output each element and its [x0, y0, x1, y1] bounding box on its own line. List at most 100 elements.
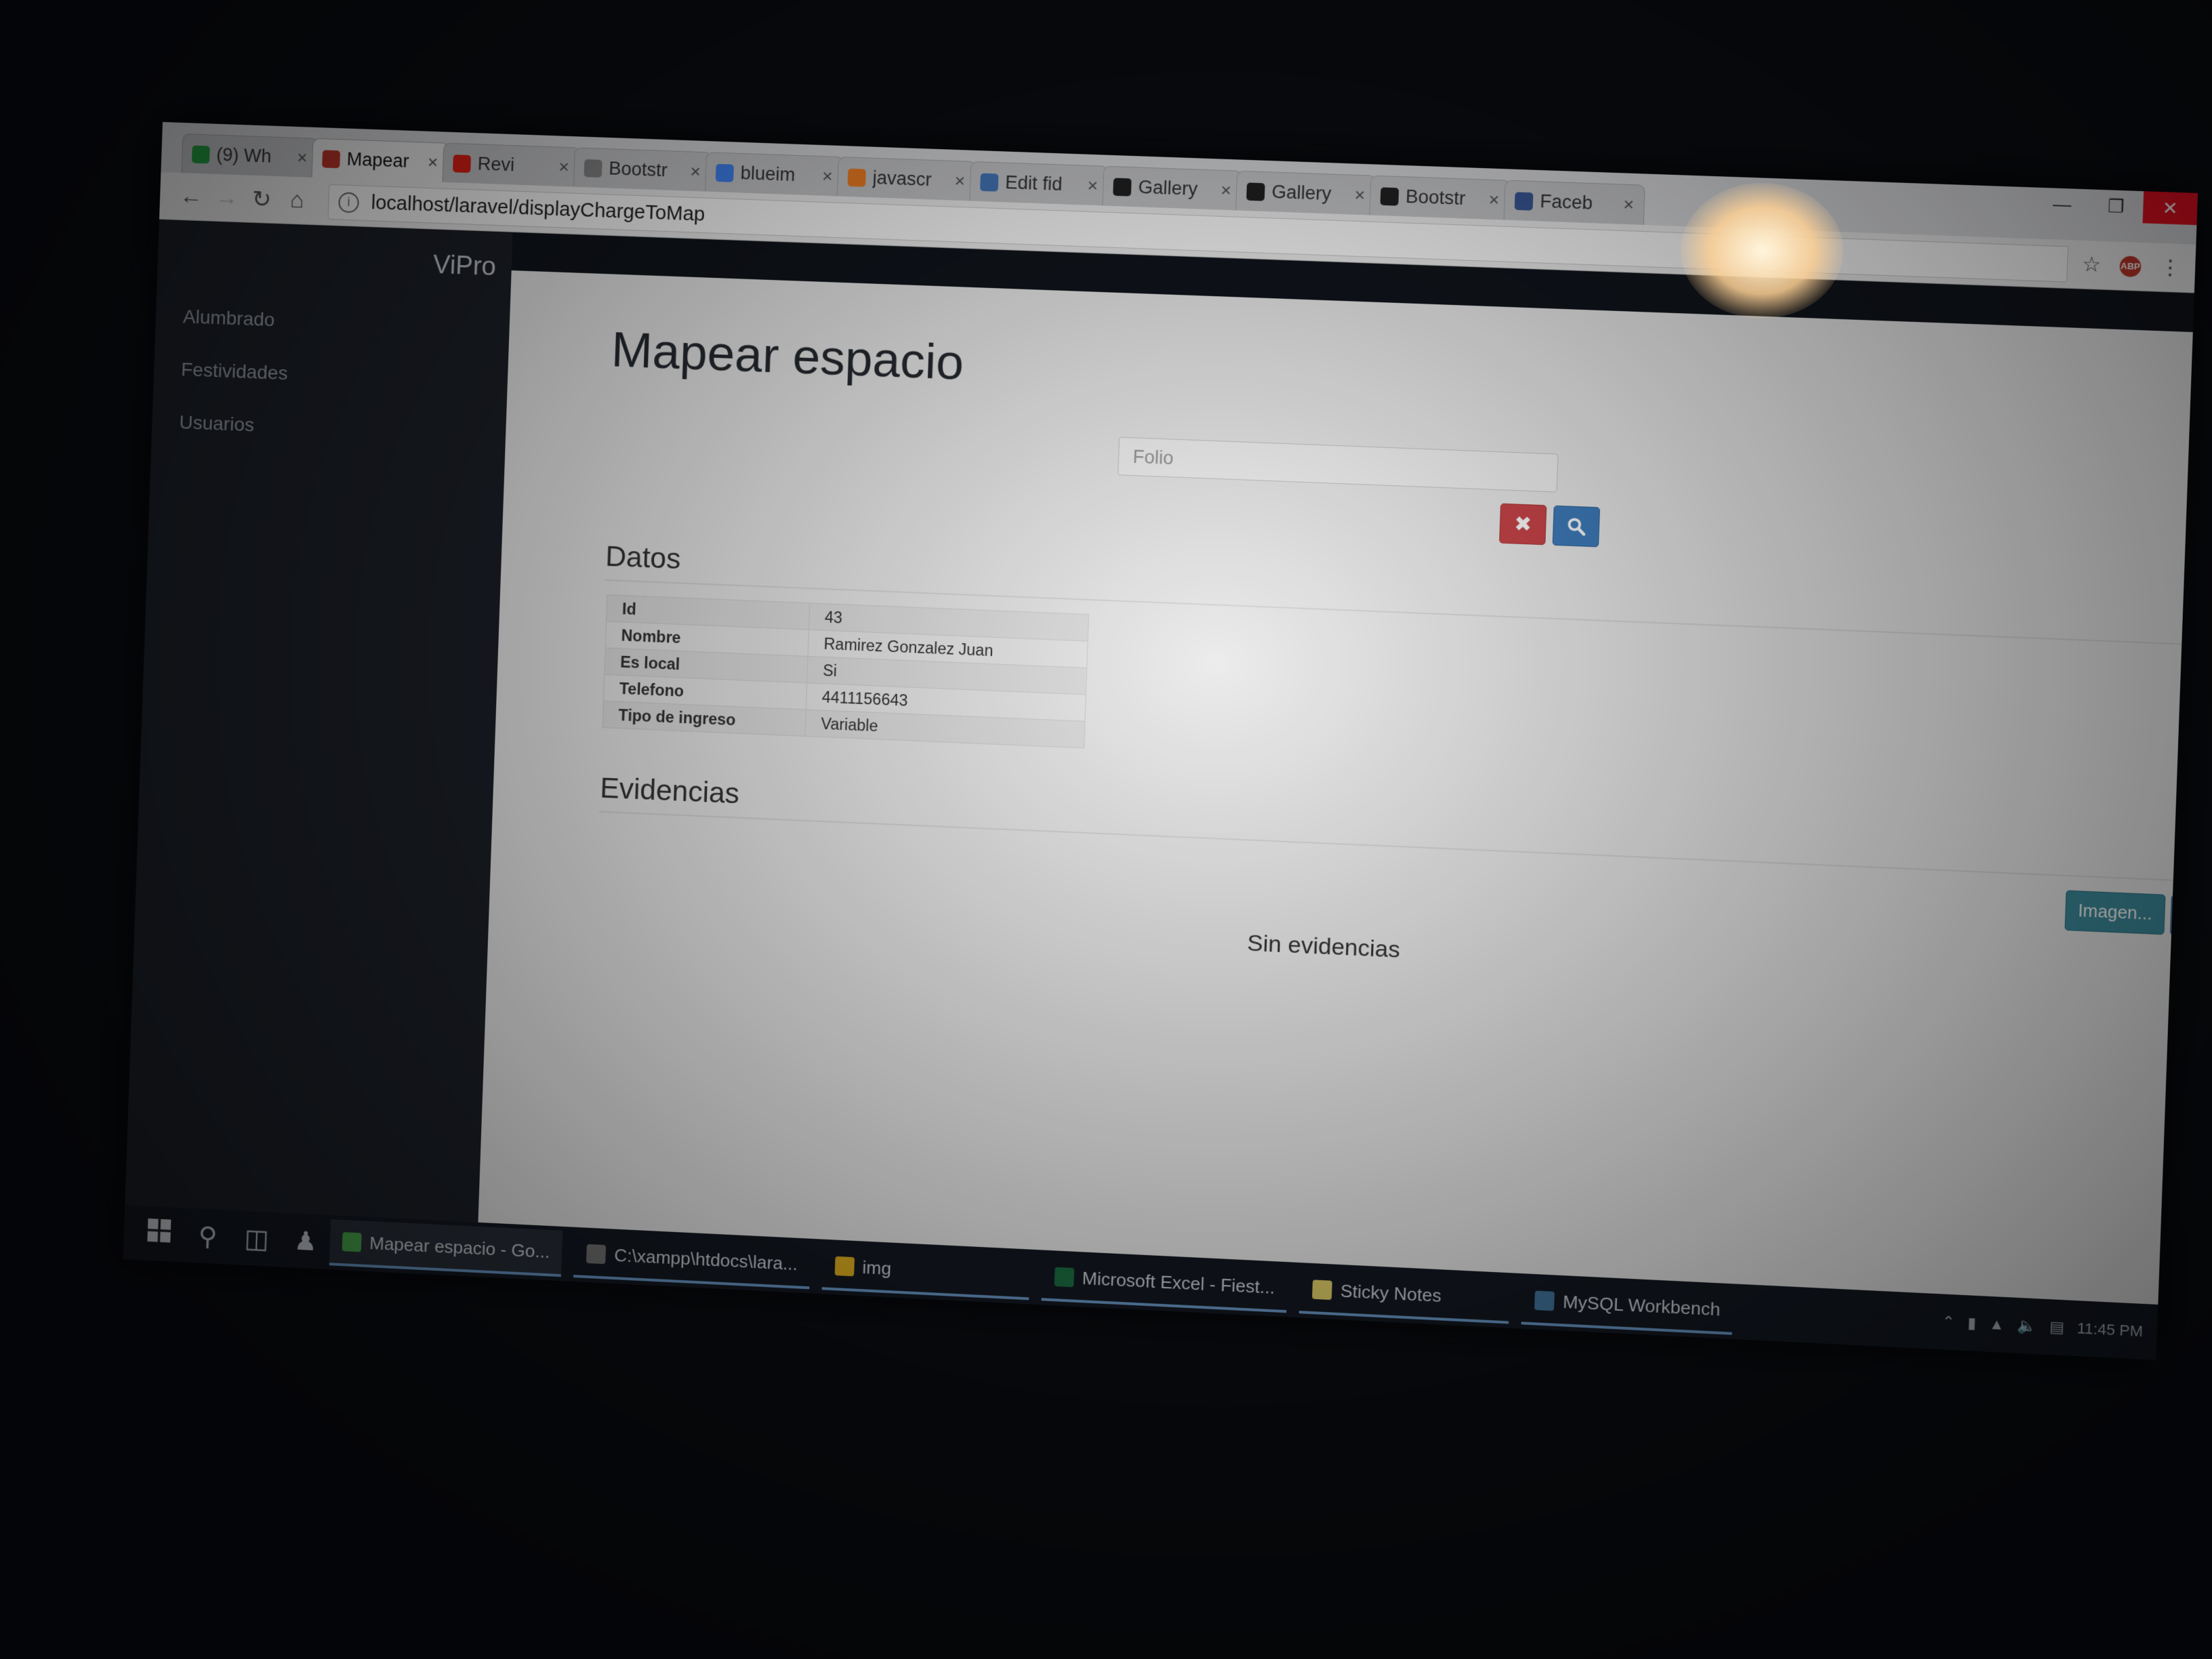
back-icon[interactable]: ←: [173, 183, 209, 211]
taskbar-app[interactable]: C:\xampp\htdocs\lara...: [573, 1231, 811, 1290]
jsfiddle-icon: [980, 173, 999, 192]
xampp-icon: [322, 149, 341, 168]
browser-tab[interactable]: Mapear ×: [311, 138, 449, 183]
excel-icon: [1054, 1267, 1075, 1288]
browser-tab[interactable]: Gallery ×: [1235, 170, 1376, 216]
clear-button[interactable]: ✖: [1499, 503, 1547, 546]
terminal-icon: [586, 1244, 607, 1265]
evidencias-heading: Evidencias: [599, 771, 740, 810]
browser-tab[interactable]: Bootstr ×: [573, 147, 712, 192]
tab-close-icon[interactable]: ×: [1221, 180, 1232, 201]
network-icon[interactable]: ▲: [1988, 1315, 2005, 1334]
browser-tab[interactable]: Gallery ×: [1102, 165, 1243, 211]
whatsapp-icon: [191, 145, 210, 163]
tab-title: Gallery: [1138, 176, 1198, 200]
tab-close-icon[interactable]: ×: [1354, 184, 1366, 206]
main-content: Mapear espacio ✖ Datos Id43NombreRamirez…: [478, 270, 2198, 1305]
bookmark-star-icon[interactable]: ☆: [2082, 252, 2102, 277]
menu-kebab-icon[interactable]: ⋮: [2159, 255, 2182, 280]
tab-title: Mapear: [346, 148, 410, 171]
browser-tab[interactable]: blueim ×: [704, 152, 844, 197]
browser-tab[interactable]: Edit fid ×: [969, 161, 1109, 206]
page-icon: [583, 159, 602, 178]
datos-table: Id 43 Nombre Ramirez Gonzalez Juan Es local S…: [602, 594, 1089, 748]
volume-icon[interactable]: 🔈: [2017, 1317, 2037, 1336]
add-evidence-button[interactable]: ✚: [2169, 895, 2198, 937]
window-controls: — ❐ ✕: [2034, 188, 2198, 226]
datos-heading: Datos: [605, 539, 682, 575]
taskbar-app-label: img: [862, 1256, 892, 1279]
browser-tab[interactable]: javascr ×: [836, 156, 977, 201]
github-icon: [1380, 186, 1399, 206]
sidebar-item-festividades[interactable]: Festividades: [181, 359, 288, 384]
tab-close-icon[interactable]: ×: [690, 161, 701, 182]
close-window-icon[interactable]: ✕: [2142, 191, 2198, 226]
imagen-file-button[interactable]: Imagen...: [2064, 890, 2166, 935]
maximize-icon[interactable]: ❐: [2089, 189, 2144, 223]
youtube-icon: [453, 154, 472, 173]
tab-close-icon[interactable]: ×: [822, 165, 833, 187]
tab-title: Bootstr: [1405, 186, 1466, 209]
tab-title: Gallery: [1271, 181, 1332, 205]
tab-close-icon[interactable]: ×: [297, 147, 308, 169]
taskbar-app-label: MySQL Workbench: [1562, 1290, 1721, 1319]
mysql-icon: [1534, 1290, 1555, 1311]
browser-tab[interactable]: Bootstr ×: [1369, 175, 1511, 220]
taskbar-app-label: C:\xampp\htdocs\lara...: [613, 1244, 798, 1274]
taskbar-app[interactable]: Microsoft Excel - Fiest...: [1041, 1254, 1288, 1313]
folio-search-input[interactable]: [1118, 436, 1559, 493]
reload-icon[interactable]: ↻: [243, 185, 279, 213]
chrome-icon: [342, 1232, 362, 1252]
tab-close-icon[interactable]: ×: [1623, 194, 1635, 216]
search-icon[interactable]: ⚲: [183, 1220, 233, 1253]
taskbar-app[interactable]: Sticky Notes: [1298, 1267, 1511, 1324]
sidebar-item-usuarios[interactable]: Usuarios: [179, 411, 255, 436]
tab-title: (9) Wh: [216, 144, 272, 167]
forward-icon[interactable]: →: [208, 184, 244, 212]
taskbar-app[interactable]: MySQL Workbench: [1521, 1277, 1734, 1335]
brand-logo[interactable]: ViPro: [432, 251, 496, 283]
tab-title: Faceb: [1539, 190, 1593, 213]
windows-start-icon[interactable]: [134, 1218, 184, 1250]
task-view-icon[interactable]: ◫: [232, 1223, 282, 1256]
browser-tab[interactable]: (9) Wh ×: [181, 134, 319, 178]
home-icon[interactable]: ⌂: [279, 186, 315, 214]
sidebar-item-alumbrado[interactable]: Alumbrado: [182, 306, 275, 331]
tab-close-icon[interactable]: ×: [954, 170, 966, 192]
tab-title: javascr: [872, 167, 933, 190]
page-title: Mapear espacio: [610, 322, 965, 391]
folder-icon: [834, 1256, 855, 1277]
system-tray: ⌃ ▮ ▲ 🔈 ▤ 11:45 PM: [1942, 1313, 2158, 1341]
sidebar: ViPro Alumbrado Festividades Usuarios: [125, 220, 513, 1223]
close-icon: ✖: [1513, 512, 1532, 536]
sticky-notes-icon: [1312, 1279, 1333, 1300]
people-icon[interactable]: ♟: [281, 1225, 331, 1258]
google-icon: [715, 163, 735, 182]
chevron-up-icon[interactable]: ⌃: [1942, 1313, 1955, 1332]
info-icon[interactable]: i: [337, 191, 360, 213]
stackoverflow-icon: [847, 168, 866, 187]
minimize-icon[interactable]: —: [2034, 188, 2089, 222]
tab-title: blueim: [740, 163, 796, 186]
search-button[interactable]: [1552, 505, 1601, 548]
url-text: localhost/laravel/displayChargeToMap: [371, 192, 705, 226]
taskbar-app[interactable]: img: [821, 1243, 1031, 1300]
tab-close-icon[interactable]: ×: [1488, 189, 1500, 211]
clock[interactable]: 11:45 PM: [2076, 1319, 2143, 1340]
taskbar-app-label: Mapear espacio - Go...: [369, 1232, 550, 1262]
taskbar-app[interactable]: Mapear espacio - Go...: [329, 1219, 563, 1277]
search-icon: [1565, 516, 1587, 537]
browser-tab[interactable]: Revi ×: [442, 142, 580, 187]
tab-close-icon[interactable]: ×: [558, 157, 569, 178]
tab-title: Bootstr: [608, 158, 668, 181]
tab-close-icon[interactable]: ×: [1087, 175, 1099, 197]
empty-evidence-text: Sin evidencias: [1246, 930, 1401, 963]
tab-close-icon[interactable]: ×: [428, 152, 438, 173]
github-icon: [1246, 182, 1265, 201]
adblock-icon[interactable]: ABP: [2119, 255, 2142, 277]
browser-tab[interactable]: Faceb ×: [1503, 180, 1645, 225]
evidencias-divider: [599, 811, 2192, 882]
github-icon: [1113, 177, 1132, 197]
notifications-icon[interactable]: ▤: [2049, 1318, 2065, 1337]
battery-icon[interactable]: ▮: [1967, 1314, 1977, 1332]
